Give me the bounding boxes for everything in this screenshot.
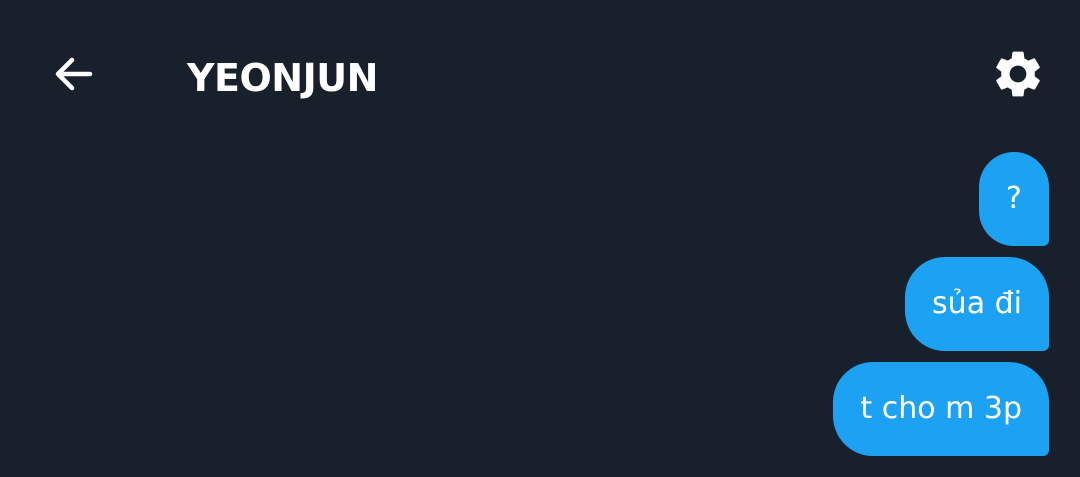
back-button[interactable] — [40, 40, 108, 108]
message-bubble[interactable]: t cho m 3p — [833, 362, 1049, 456]
message-text: t cho m 3p — [860, 391, 1022, 426]
message-list: ? sủa đi t cho m 3p — [833, 152, 1049, 456]
conversation-title: YEONJUN — [187, 56, 378, 100]
arrow-left-icon — [55, 57, 93, 91]
message-text: ? — [1006, 181, 1022, 216]
chat-screen: YEONJUN ? sủa đi t cho m 3p — [0, 0, 1080, 477]
gear-icon — [996, 51, 1040, 97]
message-bubble[interactable]: ? — [979, 152, 1049, 246]
chat-header: YEONJUN — [0, 0, 1080, 150]
message-text: sủa đi — [932, 286, 1022, 321]
message-bubble[interactable]: sủa đi — [905, 257, 1049, 351]
settings-button[interactable] — [982, 38, 1054, 110]
